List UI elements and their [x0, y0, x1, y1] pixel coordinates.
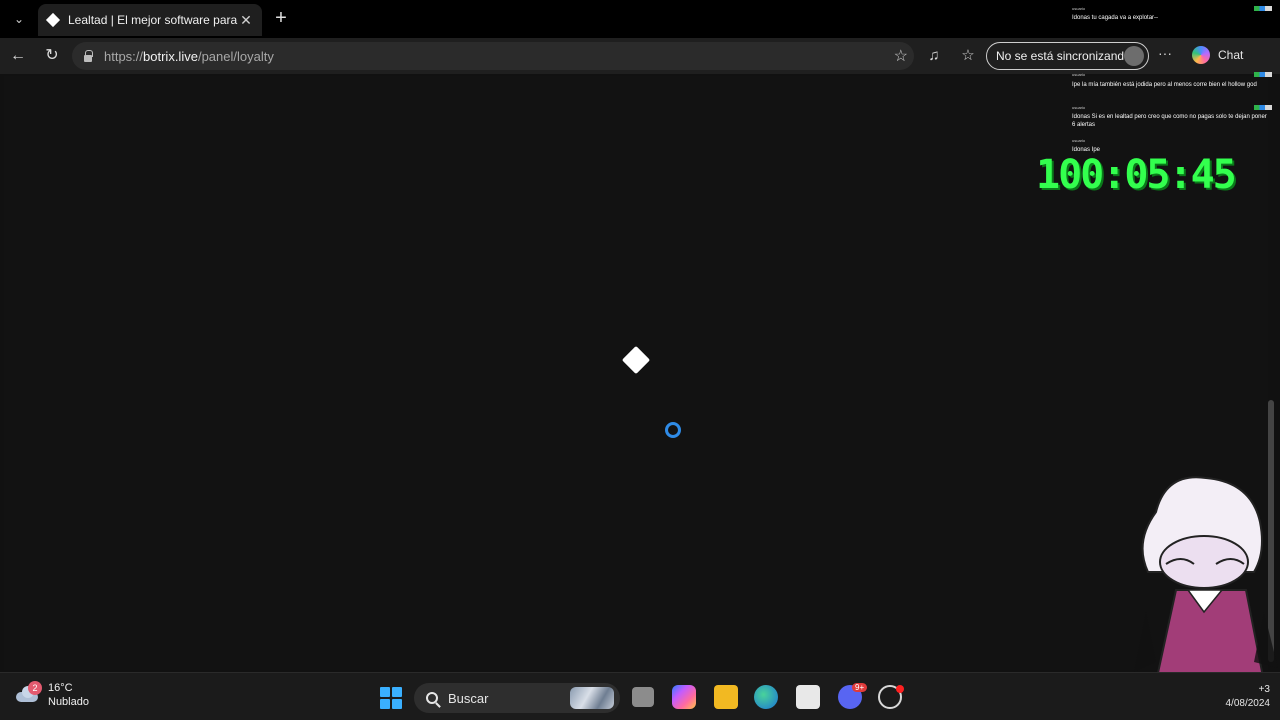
tab-actions-chevron-icon[interactable]: ⌄	[6, 6, 32, 32]
back-arrow-icon[interactable]: ←	[6, 45, 30, 67]
weather-badge: 2	[28, 681, 42, 695]
url-text[interactable]: https://botrix.live/panel/loyalty	[104, 49, 274, 64]
lock-icon	[82, 50, 94, 62]
windows-start-icon[interactable]	[380, 687, 402, 709]
system-tray[interactable]: +3 4/08/2024	[1210, 683, 1271, 711]
recording-dot	[896, 685, 904, 693]
tray-date: 4/08/2024	[1225, 698, 1271, 709]
discord-notification-badge: 9+	[852, 683, 868, 692]
new-tab-button[interactable]: +	[270, 8, 292, 30]
task-view-icon[interactable]	[632, 687, 654, 707]
stream-chat-overlay: usuario Idonas tu cagada va a explotar--…	[1068, 4, 1276, 154]
address-bar[interactable]: https://botrix.live/panel/loyalty ☆	[72, 42, 914, 70]
chat-badges	[1254, 105, 1272, 110]
browser-tab[interactable]: Lealtad | El mejor software para po ✕	[38, 4, 262, 36]
tray-overflow-count: +3	[1258, 684, 1270, 695]
windows-taskbar: 16°C Nublado 2 Buscar 9+ +3 4/08/2024	[0, 672, 1280, 720]
chat-username: usuario	[1072, 138, 1086, 143]
copilot-app-icon[interactable]	[672, 685, 696, 709]
search-icon	[426, 692, 438, 704]
file-explorer-icon[interactable]	[714, 685, 738, 709]
chat-badges	[1254, 6, 1272, 11]
chat-username: usuario	[1072, 72, 1086, 77]
chat-message: Idonas tu cagada va a explotar--	[1072, 15, 1159, 21]
stream-timer: 100:05:45	[1036, 152, 1237, 198]
edge-browser-icon[interactable]	[754, 685, 778, 709]
read-aloud-icon[interactable]: ♫	[924, 46, 944, 66]
favorite-star-icon[interactable]: ☆	[894, 46, 908, 66]
chat-message: Ipe la mía también está jodida pero al m…	[1072, 82, 1257, 88]
taskbar-search[interactable]: Buscar	[414, 683, 620, 713]
weather-temperature: 16°C	[48, 682, 73, 694]
tab-title: Lealtad | El mejor software para po	[68, 13, 238, 27]
loading-spinner-icon	[665, 422, 681, 438]
weather-description: Nublado	[48, 696, 89, 708]
microsoft-store-icon[interactable]	[796, 685, 820, 709]
chat-username: usuario	[1072, 105, 1086, 110]
search-placeholder: Buscar	[448, 690, 489, 706]
refresh-icon[interactable]: ↻	[40, 45, 64, 67]
search-highlight-image	[570, 687, 614, 709]
favorites-icon[interactable]: ☆	[958, 46, 978, 66]
streamer-mascot-image	[1134, 476, 1278, 682]
chat-badges	[1254, 72, 1272, 77]
chat-message: Idonas Si es en lealtad pero creo que co…	[1072, 114, 1267, 128]
weather-widget[interactable]: 16°C Nublado	[14, 681, 89, 709]
tab-close-icon[interactable]: ✕	[238, 12, 254, 29]
botrix-favicon-icon	[46, 13, 60, 27]
chat-username: usuario	[1072, 6, 1086, 11]
